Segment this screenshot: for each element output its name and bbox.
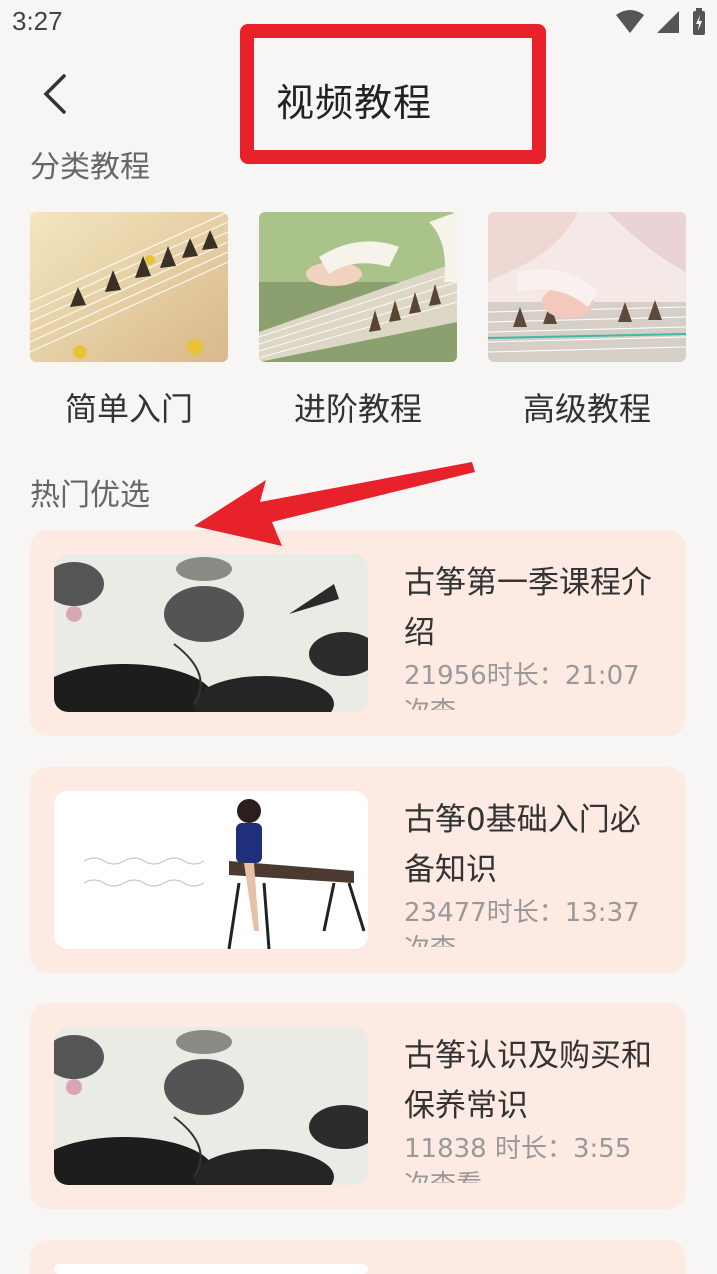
chevron-left-icon (43, 74, 66, 114)
category-card-advanced[interactable]: 高级教程 (488, 212, 686, 430)
video-card[interactable]: 古筝认识及购买和保养常识 11838 时长：3:55 次查看 (30, 1003, 686, 1209)
category-label: 进阶教程 (293, 390, 422, 428)
video-title: 古筝0基础入门必备知识 (404, 802, 641, 888)
video-info: 古筝第一季课程介绍 21956时长：21:07 次查 (404, 558, 666, 710)
video-thumbnail (54, 1264, 368, 1274)
video-title: 古筝第一季课程介绍 (404, 565, 652, 651)
status-time: 3:27 (12, 6, 63, 36)
video-meta: 11838 时长：3:55 (404, 1131, 666, 1167)
video-duration: 时长：13:37 (486, 898, 640, 928)
annotation-highlight-box (240, 24, 546, 164)
video-info: 古筝0基础入门必备知识 23477时长：13:37 次查 (404, 795, 666, 947)
video-card[interactable]: 古筝第一季课程介绍 21956时长：21:07 次查 (30, 530, 686, 736)
video-meta-overflow: 次查 (404, 694, 666, 710)
battery-icon (693, 8, 705, 35)
guzheng-player-image (488, 212, 686, 362)
guzheng-strings-image (30, 212, 228, 362)
video-thumbnail (54, 554, 368, 712)
video-card[interactable]: 古筝0基础入门必备知识 23477时长：13:37 次查 (30, 767, 686, 973)
video-card[interactable] (30, 1240, 686, 1274)
category-card-beginner[interactable]: 简单入门 (30, 212, 228, 430)
video-meta-overflow: 次查看 (404, 1167, 666, 1183)
video-thumbnail (54, 1027, 368, 1185)
video-meta: 23477时长：13:37 (404, 895, 666, 931)
video-thumbnail (54, 791, 368, 949)
video-meta-overflow: 次查 (404, 931, 666, 947)
video-duration: 时长：3:55 (486, 1134, 632, 1164)
view-count: 21956 (404, 661, 487, 691)
video-duration: 时长：21:07 (486, 661, 640, 691)
view-count: 11838 (404, 1134, 487, 1164)
category-card-intermediate[interactable]: 进阶教程 (259, 212, 457, 430)
category-label: 高级教程 (522, 390, 651, 428)
category-section-title: 分类教程 (30, 150, 150, 185)
back-button[interactable] (30, 66, 80, 120)
hot-section-title: 热门优选 (30, 478, 150, 513)
view-count: 23477 (404, 898, 487, 928)
wifi-icon (616, 10, 644, 33)
video-info: 古筝认识及购买和保养常识 11838 时长：3:55 次查看 (404, 1031, 666, 1183)
video-title: 古筝认识及购买和保养常识 (404, 1038, 652, 1124)
cell-signal-icon (657, 11, 679, 33)
video-meta: 21956时长：21:07 (404, 658, 666, 694)
status-icons (615, 8, 707, 36)
guzheng-hands-image (259, 212, 457, 362)
category-label: 简单入门 (64, 390, 193, 428)
annotation-arrow (194, 462, 475, 546)
